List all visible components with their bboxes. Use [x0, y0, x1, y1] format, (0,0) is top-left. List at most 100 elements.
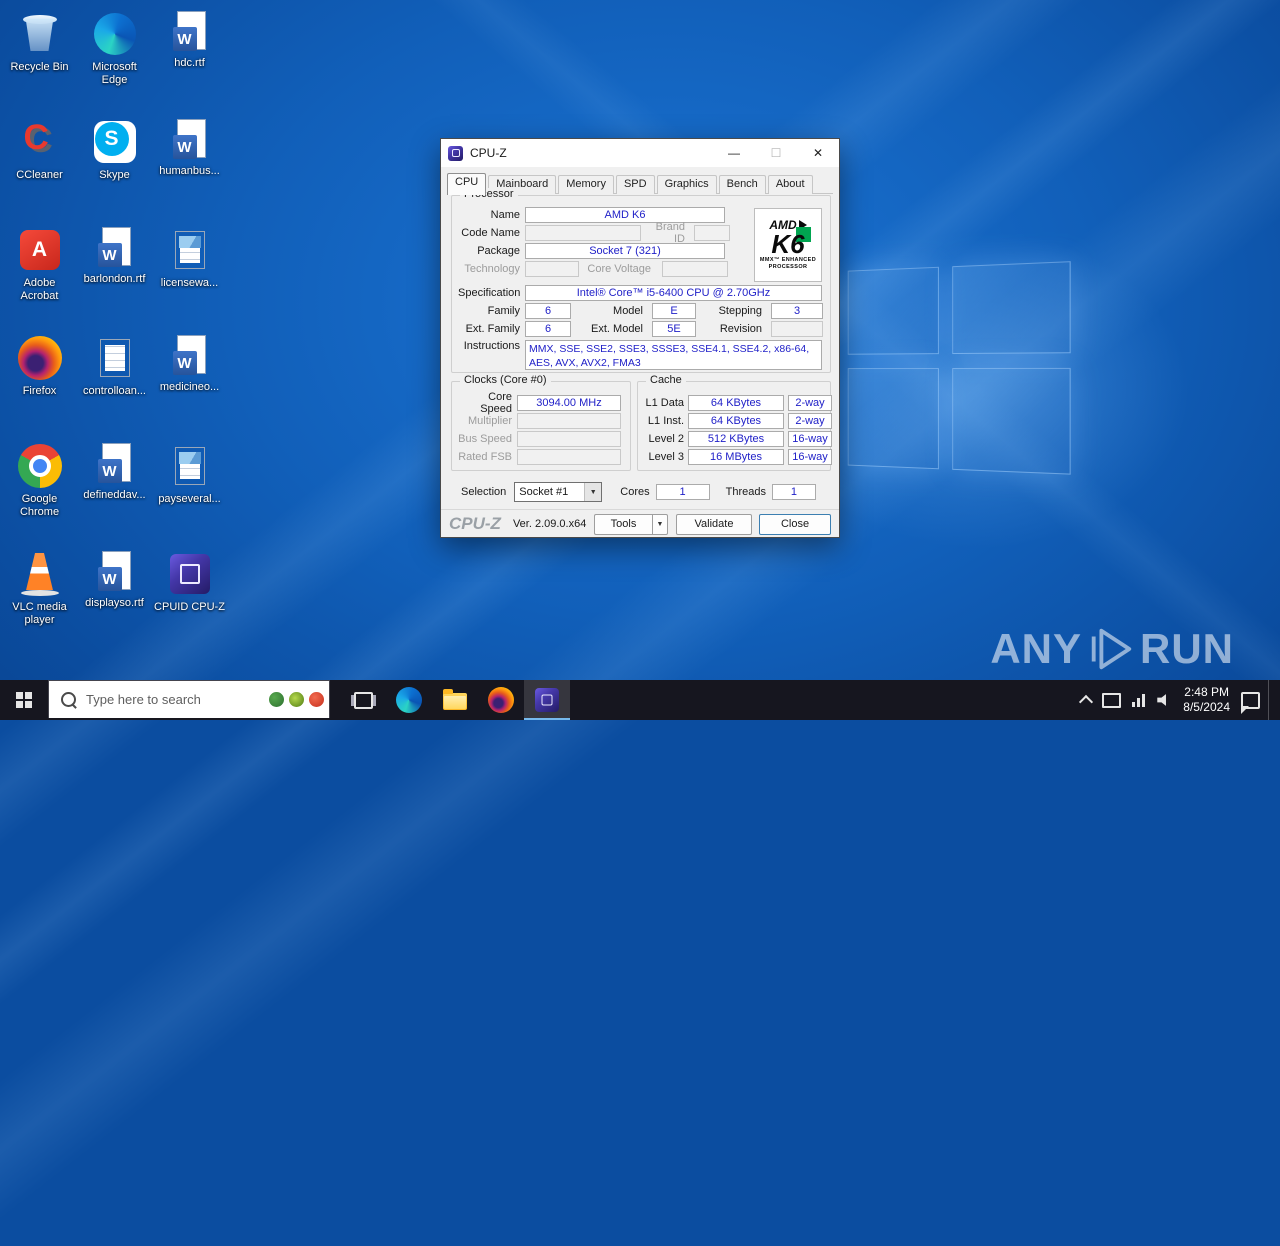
- cpuz-app-icon: [448, 145, 463, 161]
- taskbar-clock[interactable]: 2:48 PM 8/5/2024: [1183, 685, 1230, 715]
- desktop-icon-firefox[interactable]: Firefox: [2, 328, 77, 436]
- core-voltage-field: [662, 261, 728, 277]
- desktop-icon-label: CPUID CPU-Z: [154, 601, 225, 613]
- rated-fsb-label: Rated FSB: [458, 451, 512, 463]
- desktop-icon-licensewa[interactable]: licensewa...: [152, 220, 227, 328]
- ext-family-label: Ext. Family: [465, 323, 520, 335]
- desktop-icon-cpuid-cpuz[interactable]: CPUID CPU-Z: [152, 544, 227, 652]
- cores-label: Cores: [620, 486, 650, 498]
- desktop-icon-defineddav[interactable]: defineddav...: [77, 436, 152, 544]
- anyrun-watermark-left: ANY: [990, 625, 1082, 672]
- minimize-button[interactable]: —: [713, 139, 755, 167]
- l1-data-ways-field: 2-way: [788, 395, 832, 411]
- start-button[interactable]: [0, 680, 48, 720]
- l1-data-label: L1 Data: [645, 397, 684, 409]
- desktop-icon-recycle-bin[interactable]: Recycle Bin: [2, 4, 77, 112]
- desktop-icon-label: medicineo...: [159, 381, 220, 393]
- cpuz-icon: [535, 688, 559, 712]
- family-field: 6: [525, 303, 571, 319]
- desktop-icon-medicineo[interactable]: medicineo...: [152, 328, 227, 436]
- desktop-icon-payseveral[interactable]: payseveral...: [152, 436, 227, 544]
- tray-display-icon[interactable]: [1102, 692, 1122, 708]
- task-view-icon: [353, 691, 373, 709]
- ext-model-label: Ext. Model: [591, 323, 643, 335]
- windows-logo-icon: [16, 692, 32, 708]
- ext-family-field: 6: [525, 321, 571, 337]
- desktop-icon-vlc[interactable]: VLC media player: [2, 544, 77, 652]
- window-logo-pane: [847, 266, 939, 355]
- tab-about[interactable]: About: [767, 175, 813, 194]
- desktop-icon-skype[interactable]: Skype: [77, 112, 152, 220]
- close-window-button[interactable]: ✕: [797, 139, 839, 167]
- desktop-icon-label: Recycle Bin: [10, 61, 69, 73]
- level2-size-field: 512 KBytes: [688, 431, 784, 447]
- close-button[interactable]: Close: [759, 513, 831, 535]
- clocks-group: Clocks (Core #0) Core Speed 3094.00 MHz …: [451, 374, 631, 471]
- l1-inst-label: L1 Inst.: [647, 415, 684, 427]
- document-icon: [174, 447, 205, 485]
- desktop-icon-label: Google Chrome: [19, 493, 60, 518]
- desktop-icon-controlloan[interactable]: controlloan...: [77, 328, 152, 436]
- chevron-down-icon[interactable]: ▼: [584, 483, 602, 501]
- taskbar-file-explorer-button[interactable]: [432, 680, 478, 720]
- level3-ways-field: 16-way: [788, 449, 832, 465]
- multiplier-field: [517, 413, 621, 429]
- amd-logo-model: K6: [771, 227, 811, 259]
- bus-speed-field: [517, 431, 621, 447]
- clock-date: 8/5/2024: [1183, 700, 1230, 714]
- tab-bench[interactable]: Bench: [718, 175, 766, 194]
- tray-volume-icon[interactable]: [1157, 694, 1166, 706]
- taskbar-firefox-button[interactable]: [478, 680, 524, 720]
- threads-label: Threads: [725, 486, 766, 498]
- desktop-icon-barlondon-rtf[interactable]: barlondon.rtf: [77, 220, 152, 328]
- taskbar: Type here to search 2:48 PM 8/5/2024: [0, 680, 1280, 720]
- desktop-icon-label: controlloan...: [83, 385, 146, 397]
- tab-graphics[interactable]: Graphics: [656, 175, 717, 194]
- title-bar[interactable]: CPU-Z — ☐ ✕: [441, 139, 839, 167]
- file-explorer-icon: [443, 689, 467, 710]
- cpuz-window: CPU-Z — ☐ ✕ CPU Mainboard Memory SPD Gra…: [440, 138, 840, 538]
- tools-button[interactable]: Tools: [594, 513, 652, 535]
- desktop-icon-adobe-acrobat[interactable]: Adobe Acrobat: [2, 220, 77, 328]
- revision-label: Revision: [719, 323, 762, 335]
- avocado-icon[interactable]: [289, 692, 304, 707]
- broccoli-icon[interactable]: [269, 692, 284, 707]
- code-name-field: [525, 225, 641, 241]
- validate-button[interactable]: Validate: [676, 513, 752, 535]
- action-center-icon[interactable]: [1241, 691, 1260, 714]
- task-view-button[interactable]: [340, 680, 386, 720]
- tray-network-icon[interactable]: [1132, 693, 1147, 707]
- taskbar-edge-button[interactable]: [386, 680, 432, 720]
- bus-speed-label: Bus Speed: [458, 433, 512, 445]
- tab-cpu[interactable]: CPU: [447, 173, 487, 195]
- show-desktop-button[interactable]: [1268, 680, 1274, 720]
- ccleaner-icon: [16, 118, 64, 166]
- core-speed-field: 3094.00 MHz: [517, 395, 621, 411]
- desktop-icon-google-chrome[interactable]: Google Chrome: [2, 436, 77, 544]
- maximize-button[interactable]: ☐: [755, 139, 797, 167]
- taskbar-cpuz-button[interactable]: [524, 680, 570, 720]
- taskbar-search[interactable]: Type here to search: [48, 680, 330, 718]
- l1-data-size-field: 64 KBytes: [688, 395, 784, 411]
- desktop-icon-hdc-rtf[interactable]: hdc.rtf: [152, 4, 227, 112]
- desktop-icon-label: defineddav...: [83, 489, 146, 501]
- tab-memory[interactable]: Memory: [558, 175, 614, 194]
- windows-logo-panes: [847, 261, 1077, 479]
- tools-dropdown-arrow-icon[interactable]: ▼: [652, 513, 668, 535]
- desktop-icon-ccleaner[interactable]: CCleaner: [2, 112, 77, 220]
- tomato-icon[interactable]: [309, 692, 324, 707]
- socket-select[interactable]: Socket #1 ▼: [514, 482, 603, 502]
- desktop-icon-label: VLC media player: [12, 601, 67, 626]
- tab-spd[interactable]: SPD: [615, 175, 655, 194]
- desktop-icon-label: Firefox: [22, 385, 57, 397]
- desktop-icon-humanbus[interactable]: humanbus...: [152, 112, 227, 220]
- brand-id-label: Brand ID: [655, 221, 685, 245]
- word-document-icon: [96, 442, 134, 486]
- desktop-icon-displayso-rtf[interactable]: displayso.rtf: [77, 544, 152, 652]
- desktop-icon-microsoft-edge[interactable]: Microsoft Edge: [77, 4, 152, 112]
- document-icon: [99, 339, 130, 377]
- tools-split-button[interactable]: Tools ▼: [594, 513, 668, 535]
- word-document-icon: [96, 226, 134, 270]
- clocks-group-label: Clocks (Core #0): [460, 374, 551, 386]
- tray-chevron-up-icon[interactable]: [1079, 694, 1094, 710]
